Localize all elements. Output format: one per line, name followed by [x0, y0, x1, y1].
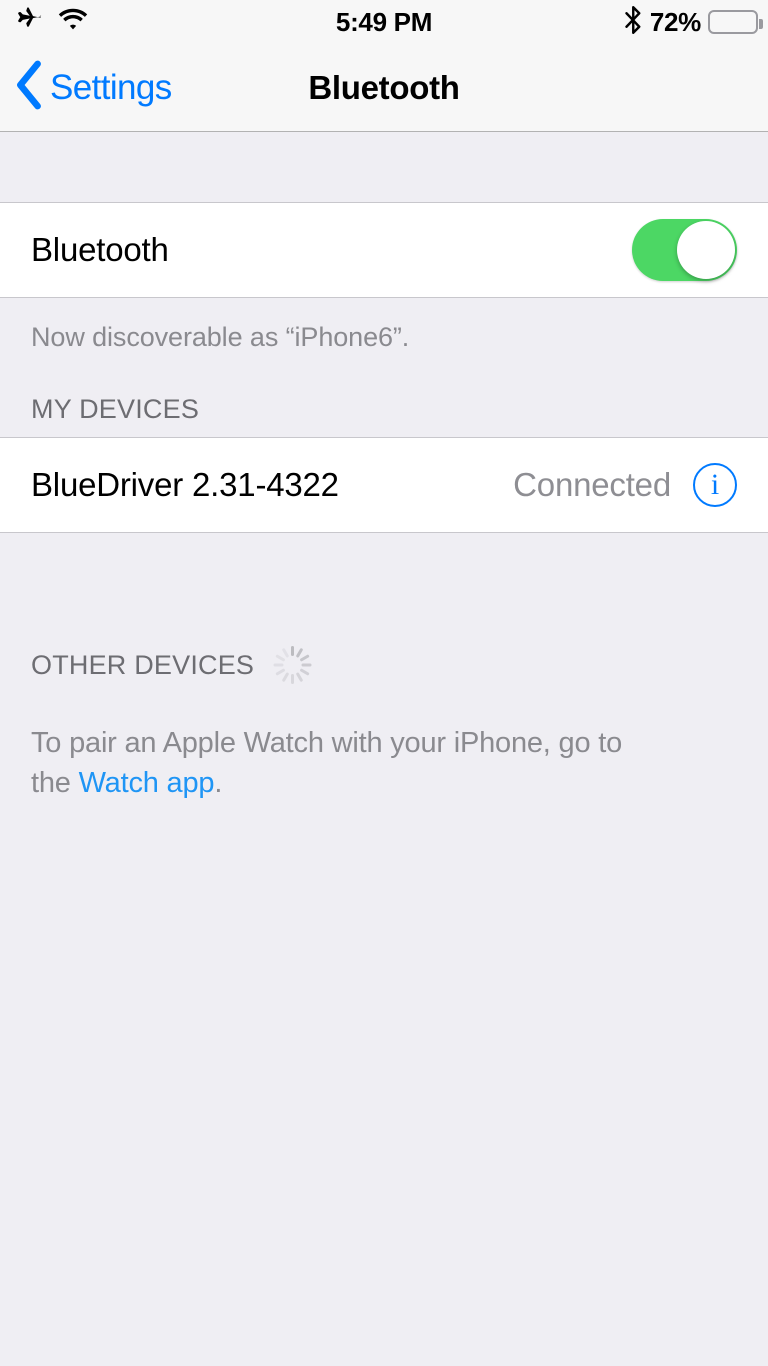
bluetooth-toggle-switch[interactable] — [632, 219, 737, 281]
device-row-accessory: Connected i — [513, 463, 737, 507]
discoverable-note: Now discoverable as “iPhone6”. — [31, 322, 410, 352]
pair-note-text-after: . — [214, 767, 223, 799]
bluetooth-label: Bluetooth — [31, 231, 169, 268]
bluetooth-toggle-row[interactable]: Bluetooth — [0, 202, 768, 298]
settings-content: Bluetooth Now discoverable as “iPhone6”.… — [0, 132, 768, 1366]
bluetooth-icon — [625, 5, 643, 40]
toggle-knob — [677, 221, 735, 279]
other-devices-header: OTHER DEVICES — [0, 605, 768, 697]
navigation-bar: Settings Bluetooth — [0, 44, 768, 132]
device-status: Connected — [513, 466, 671, 503]
my-devices-header-label: MY DEVICES — [31, 394, 200, 424]
top-spacer — [0, 132, 768, 202]
device-row-bluedriver[interactable]: BlueDriver 2.31-4322 Connected i — [0, 437, 768, 533]
other-devices-header-label: OTHER DEVICES — [31, 649, 255, 680]
device-name: BlueDriver 2.31-4322 — [31, 466, 339, 503]
activity-spinner-icon — [272, 645, 312, 685]
bluetooth-row-accessory — [632, 219, 737, 281]
battery-icon — [708, 10, 763, 34]
info-circle-icon[interactable]: i — [693, 463, 737, 507]
status-bar-right-icons: 72% — [625, 5, 763, 40]
status-bar: 5:49 PM 72% — [0, 0, 768, 44]
watch-app-link[interactable]: Watch app — [79, 767, 215, 799]
bluetooth-settings-screen: 5:49 PM 72% Settings Bluetooth Bluetooth… — [0, 0, 768, 1366]
pair-watch-note: To pair an Apple Watch with your iPhone,… — [0, 697, 700, 803]
battery-percentage: 72% — [649, 6, 701, 37]
my-devices-header: MY DEVICES — [0, 354, 768, 437]
page-title: Bluetooth — [308, 68, 460, 106]
